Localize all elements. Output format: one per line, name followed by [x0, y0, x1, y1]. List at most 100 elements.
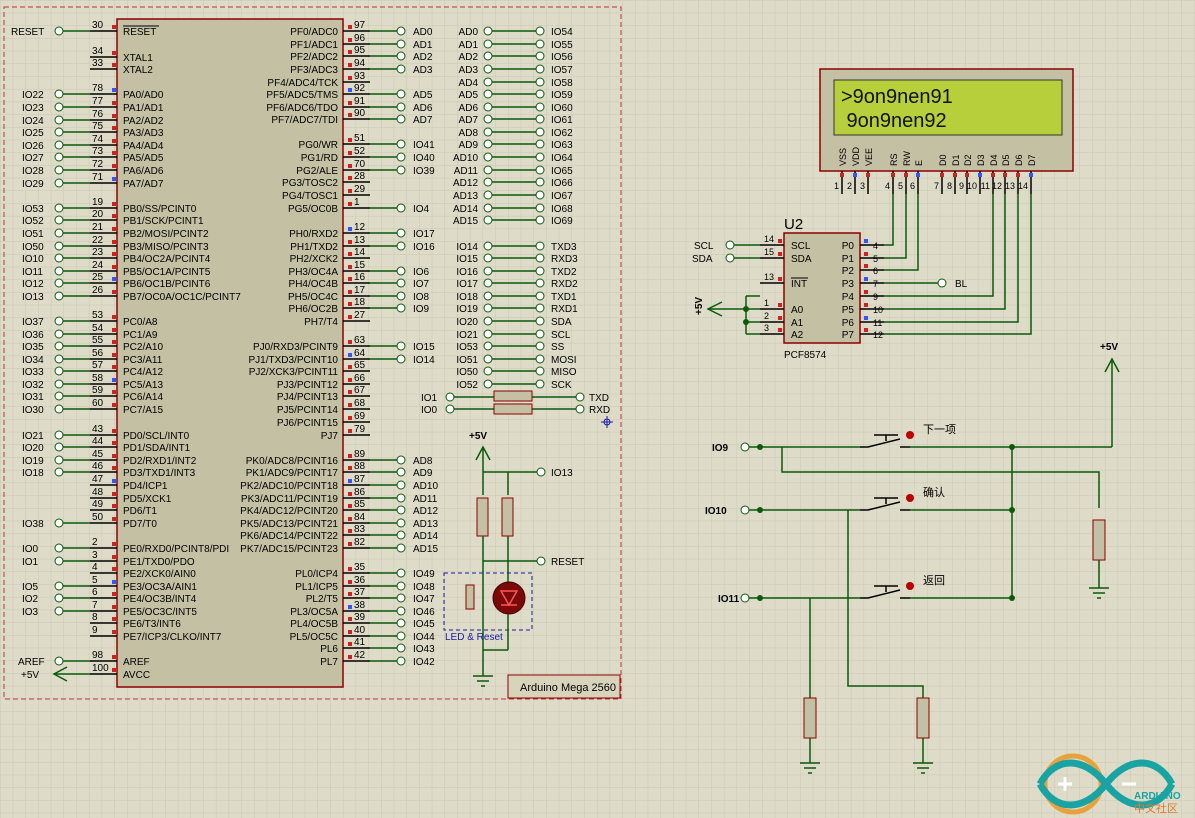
reset-switch[interactable] — [465, 584, 475, 610]
net-terminal[interactable] — [54, 215, 64, 225]
net-terminal[interactable] — [396, 467, 406, 477]
net-terminal[interactable] — [483, 316, 493, 326]
net-terminal[interactable] — [535, 190, 545, 200]
net-terminal[interactable] — [483, 354, 493, 364]
net-terminal[interactable] — [396, 26, 406, 36]
net-terminal[interactable] — [54, 115, 64, 125]
net-terminal[interactable] — [396, 203, 406, 213]
net-terminal[interactable] — [54, 127, 64, 137]
net-terminal[interactable] — [54, 518, 64, 528]
net-terminal[interactable] — [54, 102, 64, 112]
net-terminal[interactable] — [396, 593, 406, 603]
net-terminal[interactable] — [396, 278, 406, 288]
net-terminal[interactable] — [54, 404, 64, 414]
net-terminal[interactable] — [54, 442, 64, 452]
net-terminal[interactable] — [483, 39, 493, 49]
net-terminal[interactable] — [396, 530, 406, 540]
net-terminal[interactable] — [740, 442, 750, 452]
net-terminal[interactable] — [54, 178, 64, 188]
net-terminal[interactable] — [396, 64, 406, 74]
net-terminal[interactable] — [535, 114, 545, 124]
net-terminal[interactable] — [535, 102, 545, 112]
net-terminal[interactable] — [483, 89, 493, 99]
net-terminal[interactable] — [483, 165, 493, 175]
net-terminal[interactable] — [535, 51, 545, 61]
net-terminal[interactable] — [396, 89, 406, 99]
net-terminal[interactable] — [483, 379, 493, 389]
net-terminal[interactable] — [535, 341, 545, 351]
net-terminal[interactable] — [396, 480, 406, 490]
net-terminal[interactable] — [535, 64, 545, 74]
net-terminal[interactable] — [535, 379, 545, 389]
net-terminal[interactable] — [483, 64, 493, 74]
net-terminal[interactable] — [54, 430, 64, 440]
io1-terminal[interactable] — [445, 392, 455, 402]
net-terminal[interactable] — [396, 241, 406, 251]
net-terminal[interactable] — [535, 329, 545, 339]
net-terminal[interactable] — [396, 455, 406, 465]
net-terminal[interactable] — [396, 568, 406, 578]
net-terminal[interactable] — [740, 505, 750, 515]
net-terminal[interactable] — [54, 329, 64, 339]
net-terminal[interactable] — [535, 278, 545, 288]
pulldown-resistor[interactable] — [1092, 519, 1106, 561]
net-terminal[interactable] — [396, 354, 406, 364]
net-terminal[interactable] — [54, 354, 64, 364]
net-terminal[interactable] — [483, 291, 493, 301]
net-terminal[interactable] — [483, 102, 493, 112]
net-terminal[interactable] — [396, 152, 406, 162]
net-terminal[interactable] — [483, 190, 493, 200]
net-terminal[interactable] — [54, 467, 64, 477]
net-terminal[interactable] — [483, 152, 493, 162]
net-terminal[interactable] — [54, 165, 64, 175]
net-terminal[interactable] — [483, 77, 493, 87]
net-terminal[interactable] — [483, 303, 493, 313]
net-terminal[interactable] — [535, 139, 545, 149]
txd-terminal[interactable] — [575, 392, 585, 402]
net-terminal[interactable] — [483, 139, 493, 149]
led-resistor[interactable] — [501, 497, 514, 537]
net-terminal[interactable] — [396, 228, 406, 238]
net-terminal[interactable] — [535, 366, 545, 376]
net-terminal[interactable] — [54, 266, 64, 276]
net-terminal[interactable] — [54, 26, 64, 36]
net-terminal[interactable] — [54, 228, 64, 238]
net-terminal[interactable] — [54, 241, 64, 251]
net-terminal[interactable] — [483, 253, 493, 263]
net-terminal[interactable] — [483, 127, 493, 137]
net-terminal[interactable] — [535, 291, 545, 301]
net-terminal[interactable] — [396, 139, 406, 149]
net-terminal[interactable] — [740, 593, 750, 603]
net-terminal[interactable] — [483, 341, 493, 351]
net-terminal[interactable] — [54, 606, 64, 616]
net-terminal[interactable] — [54, 140, 64, 150]
net-terminal[interactable] — [54, 152, 64, 162]
net-terminal[interactable] — [535, 266, 545, 276]
net-terminal[interactable] — [54, 291, 64, 301]
net-terminal[interactable] — [535, 215, 545, 225]
net-terminal[interactable] — [535, 253, 545, 263]
net-terminal[interactable] — [483, 51, 493, 61]
net-terminal[interactable] — [54, 89, 64, 99]
net-terminal[interactable] — [535, 203, 545, 213]
net-terminal[interactable] — [396, 606, 406, 616]
net-terminal[interactable] — [54, 391, 64, 401]
net-terminal[interactable] — [483, 114, 493, 124]
net-terminal[interactable] — [396, 165, 406, 175]
net-terminal[interactable] — [54, 366, 64, 376]
rxd-terminal[interactable] — [575, 404, 585, 414]
serial-resistor-1[interactable] — [493, 390, 533, 402]
net-terminal[interactable] — [54, 379, 64, 389]
net-terminal[interactable] — [535, 165, 545, 175]
net-terminal[interactable] — [396, 341, 406, 351]
net-terminal[interactable] — [483, 177, 493, 187]
net-terminal[interactable] — [396, 291, 406, 301]
serial-resistor-2[interactable] — [493, 403, 533, 415]
net-terminal[interactable] — [396, 39, 406, 49]
net-terminal[interactable] — [54, 455, 64, 465]
net-terminal[interactable] — [483, 215, 493, 225]
net-terminal[interactable] — [396, 518, 406, 528]
net-terminal[interactable] — [483, 26, 493, 36]
net-terminal[interactable] — [535, 89, 545, 99]
net-terminal[interactable] — [396, 303, 406, 313]
